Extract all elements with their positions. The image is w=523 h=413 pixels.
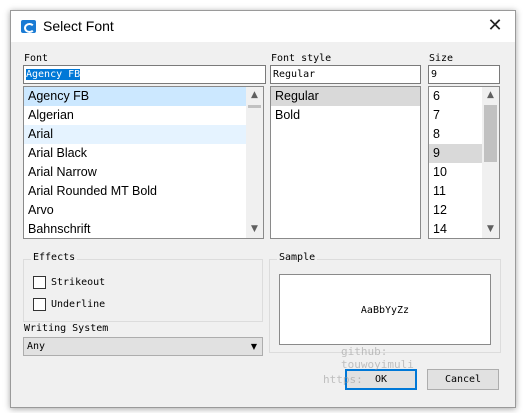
strikeout-checkbox[interactable] (33, 276, 46, 289)
font-list-scrollbar[interactable]: ▲ ▼ (246, 87, 263, 238)
size-list[interactable]: 6 7 8 9 10 11 12 14 ▲ ▼ (428, 86, 500, 239)
font-list[interactable]: Agency FB Algerian Arial Arial Black Ari… (23, 86, 264, 239)
font-input-value: Agency FB (26, 69, 81, 80)
chevron-down-icon: ▼ (250, 342, 257, 351)
font-style-label: Font style (271, 53, 332, 64)
size-scroll-thumb[interactable] (484, 105, 497, 162)
font-scroll-thumb[interactable] (248, 105, 261, 108)
watermark-text: github: (341, 345, 388, 358)
font-list-item[interactable]: Arial Rounded MT Bold (24, 182, 263, 201)
font-style-list-item[interactable]: Regular (271, 87, 420, 106)
window-title: Select Font (43, 18, 114, 34)
font-list-item[interactable]: Arial Narrow (24, 163, 263, 182)
scroll-up-icon[interactable]: ▲ (482, 87, 499, 104)
watermark-text: touwoyimuli (341, 358, 414, 371)
title-bar: Select Font ✕ (11, 11, 515, 42)
font-list-item[interactable]: Arial Black (24, 144, 263, 163)
close-icon[interactable]: ✕ (475, 11, 515, 42)
size-label: Size (429, 53, 454, 64)
font-style-input[interactable]: Regular (270, 65, 421, 84)
sample-label: Sample (277, 252, 318, 263)
font-list-item[interactable]: Agency FB (24, 87, 263, 106)
underline-checkbox[interactable] (33, 298, 46, 311)
cancel-button[interactable]: Cancel (427, 369, 499, 390)
app-icon (21, 20, 36, 33)
select-font-dialog: Select Font ✕ Font Agency FB Agency FB A… (10, 10, 516, 408)
scroll-up-icon[interactable]: ▲ (246, 87, 263, 104)
font-style-list[interactable]: Regular Bold (270, 86, 421, 239)
size-list-scrollbar[interactable]: ▲ ▼ (482, 87, 499, 238)
effects-group (23, 259, 263, 322)
font-list-item[interactable]: Arvo (24, 201, 263, 220)
strikeout-label[interactable]: Strikeout (51, 277, 105, 288)
effects-label: Effects (31, 252, 78, 263)
font-label: Font (24, 53, 49, 64)
writing-system-label: Writing System (24, 323, 109, 334)
watermark-text: https: (323, 373, 363, 386)
sample-text: AaBbYyZz (360, 305, 410, 316)
font-input[interactable]: Agency FB (23, 65, 266, 84)
font-list-item[interactable]: Bahnschrift (24, 220, 263, 238)
writing-system-value: Any (27, 341, 46, 352)
writing-system-select[interactable]: Any ▼ (23, 337, 263, 356)
sample-preview: AaBbYyZz (279, 274, 491, 345)
underline-label[interactable]: Underline (51, 299, 105, 310)
font-style-list-item[interactable]: Bold (271, 106, 420, 125)
scroll-down-icon[interactable]: ▼ (482, 221, 499, 238)
scroll-down-icon[interactable]: ▼ (246, 221, 263, 238)
font-list-item[interactable]: Arial (24, 125, 263, 144)
size-input[interactable]: 9 (428, 65, 500, 84)
font-list-item[interactable]: Algerian (24, 106, 263, 125)
